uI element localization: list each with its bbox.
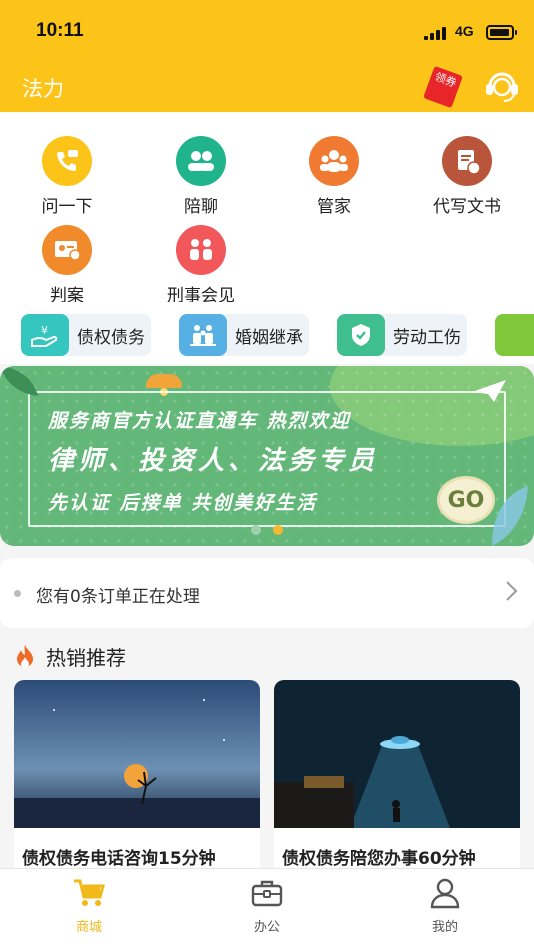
category-label: 婚姻继承: [235, 327, 303, 348]
svg-text:¥: ¥: [41, 324, 48, 337]
product-card[interactable]: 债权债务陪您办事60分钟: [274, 680, 520, 880]
product-title: 债权债务陪您办事60分钟: [282, 849, 476, 869]
coupon-button[interactable]: 领券: [423, 65, 463, 109]
briefcase-icon: [251, 880, 283, 907]
chevron-right-icon: [506, 581, 518, 601]
service-butler[interactable]: 管家: [267, 136, 401, 217]
category-more[interactable]: [495, 314, 534, 356]
people-icon: [176, 136, 226, 186]
promo-banner[interactable]: 服务商官方认证直通车 热烈欢迎 律师、投资人、法务专员 先认证 后接单 共创美好…: [0, 366, 534, 546]
cart-icon: [74, 879, 105, 906]
tab-label: 办公: [253, 920, 280, 935]
service-chat[interactable]: 陪聊: [134, 136, 268, 217]
battery-icon: [486, 25, 517, 40]
document-icon: [442, 136, 492, 186]
service-meeting[interactable]: 刑事会见: [134, 225, 268, 306]
service-label: 陪聊: [184, 197, 218, 217]
service-label: 问一下: [41, 197, 93, 217]
order-status-row[interactable]: 您有0条订单正在处理: [0, 558, 534, 628]
category-more-icon: [495, 314, 534, 356]
service-grid: 问一下 陪聊 管家 代写文书 判案 刑事会见: [0, 112, 534, 306]
signal-icon: [424, 26, 446, 40]
go-button[interactable]: GO: [437, 476, 495, 524]
family-icon: [179, 314, 227, 356]
bottom-tab-bar: 商城 办公 我的: [0, 868, 534, 950]
category-row: ¥ 债权债务 婚姻继承 劳动工伤: [0, 302, 534, 364]
product-image-moon: [14, 680, 260, 828]
tab-label: 商城: [75, 920, 102, 935]
service-judge[interactable]: 判案: [0, 225, 134, 306]
tab-mall[interactable]: 商城: [0, 877, 178, 935]
leaf-top-left-decoration: [0, 366, 38, 396]
category-labor[interactable]: 劳动工伤: [337, 314, 467, 356]
flame-icon: [17, 645, 33, 668]
banner-line-3: 先认证 后接单 共创美好生活: [48, 492, 318, 514]
tab-profile[interactable]: 我的: [356, 877, 534, 935]
judge-card-icon: [42, 225, 92, 275]
banner-dot-1[interactable]: [251, 525, 261, 535]
phone-chat-icon: [42, 136, 92, 186]
lamp-decoration: [146, 374, 182, 388]
banner-line-2: 律师、投资人、法务专员: [48, 446, 379, 476]
banner-line-1: 服务商官方认证直通车 热烈欢迎: [48, 410, 351, 432]
service-document[interactable]: 代写文书: [400, 136, 534, 217]
tab-label: 我的: [431, 920, 458, 935]
order-status-text: 您有0条订单正在处理: [36, 587, 200, 607]
product-card[interactable]: 债权债务电话咨询15分钟: [14, 680, 260, 880]
go-label: GO: [447, 487, 485, 513]
paper-plane-icon: [472, 380, 506, 402]
money-hand-icon: ¥: [21, 314, 69, 356]
category-label: 债权债务: [77, 327, 145, 348]
product-title: 债权债务电话咨询15分钟: [22, 849, 216, 869]
user-icon: [430, 878, 460, 909]
status-bar: 10:11 4G: [0, 0, 534, 60]
category-marriage[interactable]: 婚姻继承: [179, 314, 309, 356]
section-title-hot: 热销推荐: [46, 646, 126, 670]
bullet-icon: [14, 590, 21, 597]
service-ask[interactable]: 问一下: [0, 136, 134, 217]
app-header: 10:11 4G 法力 领券: [0, 0, 534, 112]
tab-office[interactable]: 办公: [178, 877, 356, 935]
group-icon: [309, 136, 359, 186]
banner-dot-2[interactable]: [273, 525, 283, 535]
coupon-label: 领券: [433, 70, 459, 90]
category-debt[interactable]: ¥ 债权债务: [21, 314, 151, 356]
page-title: 法力: [22, 77, 64, 101]
status-time: 10:11: [36, 20, 84, 41]
product-image-ufo: [274, 680, 520, 828]
service-label: 管家: [317, 197, 351, 217]
shield-check-icon: [337, 314, 385, 356]
customer-service-icon[interactable]: [483, 68, 521, 102]
network-label: 4G: [455, 23, 474, 39]
service-label: 代写文书: [433, 197, 501, 217]
category-label: 劳动工伤: [393, 327, 461, 348]
meeting-icon: [176, 225, 226, 275]
